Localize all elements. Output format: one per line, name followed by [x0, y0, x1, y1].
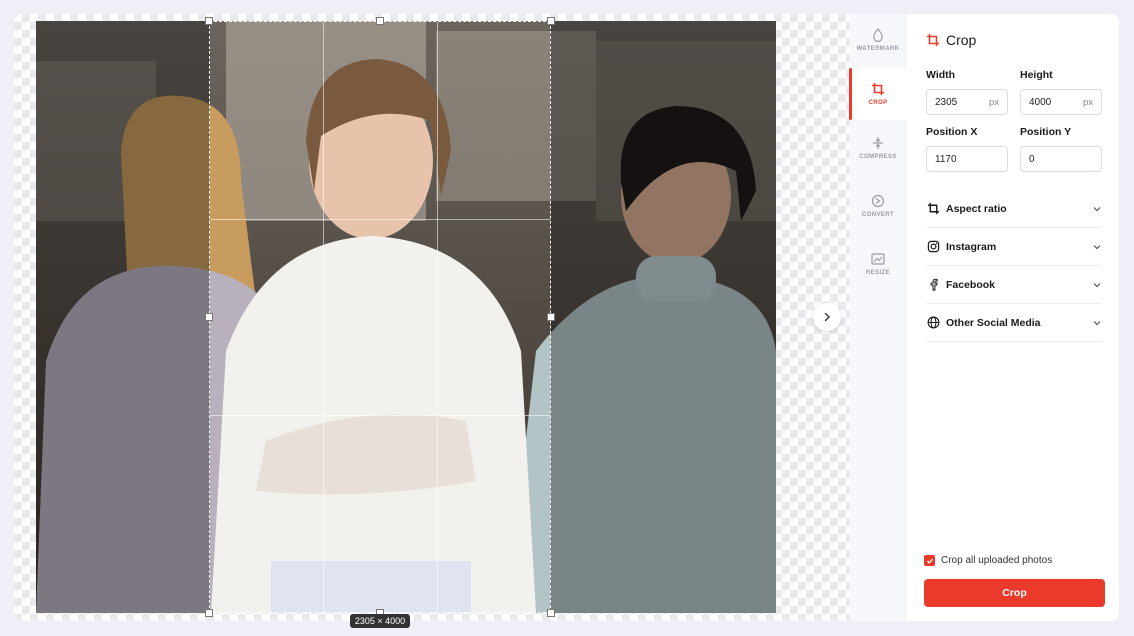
section-label: Facebook: [946, 278, 996, 291]
grid-line: [323, 22, 325, 612]
watermark-icon: [873, 28, 883, 42]
crop-all-option[interactable]: Crop all uploaded photos: [924, 555, 1052, 566]
crop-selection[interactable]: [205, 17, 555, 617]
crop-button[interactable]: Crop: [924, 579, 1105, 607]
height-value: 4000: [1029, 96, 1052, 108]
tool-label: RESIZE: [865, 270, 891, 276]
crop-handle-top-left[interactable]: [205, 17, 213, 25]
position-x-field[interactable]: 1170: [926, 146, 1008, 172]
grid-line: [210, 218, 550, 220]
width-field[interactable]: 2305 px: [926, 89, 1008, 115]
crop-handle-top-right[interactable]: [547, 17, 555, 25]
crop-handle-top[interactable]: [376, 17, 384, 25]
tool-label: CROP: [868, 100, 888, 106]
crop-shade-left: [36, 21, 210, 613]
resize-icon: [871, 253, 885, 265]
tool-label: CONVERT: [861, 212, 895, 218]
crop-handle-right[interactable]: [547, 313, 555, 321]
width-value: 2305: [935, 96, 958, 108]
position-x-value: 1170: [935, 153, 957, 165]
position-y-field[interactable]: 0: [1020, 146, 1102, 172]
next-image-button[interactable]: [813, 303, 841, 331]
position-y-value: 0: [1029, 153, 1035, 165]
tool-label: WATERMARK: [856, 46, 900, 52]
height-field[interactable]: 4000 px: [1020, 89, 1102, 115]
crop-dimension-label: 2305 × 4000: [350, 614, 410, 628]
tool-rail: WATERMARK CROP COMPRESS CONVERT RESIZE: [849, 14, 906, 621]
height-label: Height: [1020, 69, 1053, 81]
globe-icon: [926, 316, 940, 330]
chevron-right-icon: [824, 312, 830, 322]
panel-title: Crop: [926, 32, 976, 48]
other-social-media-section[interactable]: Other Social Media: [926, 304, 1102, 342]
section-label: Aspect ratio: [946, 202, 1007, 215]
crop-icon: [872, 83, 884, 95]
facebook-icon: [926, 278, 940, 292]
instagram-icon: [926, 240, 940, 254]
tool-watermark[interactable]: WATERMARK: [850, 14, 906, 66]
crop-handle-bottom-left[interactable]: [205, 609, 213, 617]
width-label: Width: [926, 69, 956, 81]
instagram-section[interactable]: Instagram: [926, 228, 1102, 266]
crop-icon: [927, 34, 939, 46]
position-y-label: Position Y: [1020, 126, 1072, 138]
facebook-section[interactable]: Facebook: [926, 266, 1102, 304]
crop-all-label: Crop all uploaded photos: [941, 555, 1053, 566]
grid-line: [436, 22, 438, 612]
chevron-down-icon: [1093, 206, 1101, 211]
crop-handle-left[interactable]: [205, 313, 213, 321]
crop-icon: [926, 202, 940, 216]
tool-crop[interactable]: CROP: [849, 68, 906, 120]
aspect-ratio-section[interactable]: Aspect ratio: [926, 190, 1102, 228]
position-x-label: Position X: [926, 126, 978, 138]
width-unit: px: [988, 96, 999, 108]
crop-all-checkbox[interactable]: [924, 555, 935, 566]
tool-convert[interactable]: CONVERT: [850, 180, 906, 232]
tool-resize[interactable]: RESIZE: [850, 238, 906, 290]
convert-icon: [871, 194, 885, 208]
tool-label: COMPRESS: [859, 154, 897, 160]
chevron-down-icon: [1093, 282, 1101, 287]
chevron-down-icon: [1093, 320, 1101, 325]
crop-panel: Crop Width 2305 px Height 4000 px Positi…: [906, 14, 1119, 621]
tool-compress[interactable]: COMPRESS: [850, 122, 906, 174]
section-label: Instagram: [946, 240, 997, 253]
checkmark-icon: [926, 558, 933, 564]
chevron-down-icon: [1093, 244, 1101, 249]
panel-title-text: Crop: [946, 32, 977, 48]
height-unit: px: [1082, 96, 1093, 108]
compress-icon: [873, 137, 883, 149]
section-label: Other Social Media: [946, 316, 1041, 329]
crop-shade-right: [550, 21, 776, 613]
crop-handle-bottom-right[interactable]: [547, 609, 555, 617]
grid-line: [210, 415, 550, 417]
